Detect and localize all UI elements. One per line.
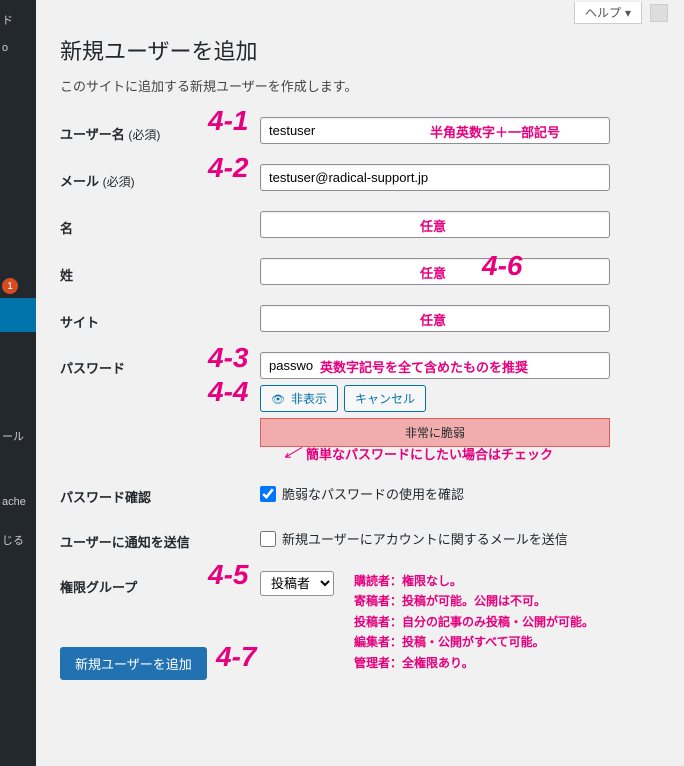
- password-cancel-button[interactable]: キャンセル: [344, 385, 426, 412]
- password-strength-meter: 非常に脆弱: [260, 418, 610, 447]
- eye-slash-icon: [271, 392, 287, 406]
- email-input[interactable]: [260, 164, 610, 191]
- website-input[interactable]: [260, 305, 610, 332]
- sidebar-partial-5: じる: [2, 532, 34, 548]
- role-label: 権限グループ: [60, 571, 260, 596]
- weak-password-checkbox-label: 脆弱なパスワードの使用を確認: [282, 484, 464, 503]
- help-label: ヘルプ: [585, 4, 621, 21]
- help-tab[interactable]: ヘルプ ▾: [574, 2, 642, 24]
- sidebar-partial-2: o: [2, 42, 34, 54]
- lastname-input[interactable]: [260, 258, 610, 285]
- sidebar-update-badge[interactable]: 1: [2, 278, 18, 294]
- role-select[interactable]: 投稿者: [260, 571, 334, 596]
- send-notification-checkbox[interactable]: [260, 531, 276, 547]
- arrow-icon: [278, 446, 308, 460]
- weak-password-checkbox[interactable]: [260, 486, 276, 502]
- sidebar-active-item[interactable]: [0, 298, 36, 332]
- send-notification-checkbox-label: 新規ユーザーにアカウントに関するメールを送信: [282, 529, 568, 548]
- username-input[interactable]: [260, 117, 610, 144]
- chevron-down-icon: ▾: [625, 6, 631, 20]
- add-user-submit-button[interactable]: 新規ユーザーを追加: [60, 647, 207, 680]
- sidebar-partial-1: ド: [2, 12, 34, 28]
- password-label: パスワード: [60, 352, 260, 377]
- page-title: 新規ユーザーを追加: [60, 34, 668, 66]
- website-label: サイト: [60, 306, 260, 331]
- sidebar-partial-3: ール: [2, 428, 34, 444]
- password-hide-button[interactable]: 非表示: [260, 385, 338, 412]
- annotation-4-4: 4-4: [208, 376, 248, 408]
- sidebar-partial-4: ache: [2, 496, 34, 508]
- username-label: ユーザー名 (必須): [60, 118, 260, 143]
- firstname-label: 名: [60, 212, 260, 237]
- email-label: メール (必須): [60, 165, 260, 190]
- lastname-label: 姓: [60, 259, 260, 284]
- firstname-input[interactable]: [260, 211, 610, 238]
- password-input[interactable]: [260, 352, 610, 379]
- admin-sidebar: ド o 1 ール ache じる: [0, 0, 36, 766]
- send-notification-label: ユーザーに通知を送信: [60, 526, 260, 551]
- avatar[interactable]: [650, 4, 668, 22]
- password-confirm-label: パスワード確認: [60, 481, 260, 506]
- page-description: このサイトに追加する新規ユーザーを作成します。: [60, 76, 668, 95]
